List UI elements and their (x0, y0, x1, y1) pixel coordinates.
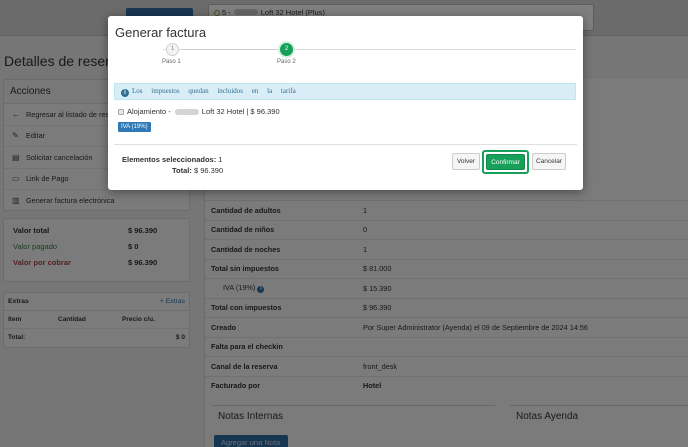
summary-total-label: Total: (172, 166, 192, 175)
step-2-label: Paso 2 (277, 59, 296, 65)
info-banner: i Los impuestos quedan incluidos en la ta… (114, 83, 576, 100)
info-icon: i (121, 89, 129, 97)
wizard-connector (180, 49, 287, 50)
modal-divider (114, 144, 577, 145)
summary-total-line: Total: $ 96.390 (122, 165, 223, 176)
info-text: Los impuestos quedan incluidos en la tar… (132, 87, 296, 95)
generate-invoice-modal: Generar factura 1 2 Paso 1 Paso 2 i Los i… (108, 16, 583, 190)
selected-value: 1 (218, 155, 223, 164)
confirm-button[interactable]: Confirmar (486, 154, 525, 170)
item-prefix: Alojamiento - (127, 107, 171, 116)
item-checkbox[interactable] (118, 108, 124, 115)
blurred-text (174, 108, 199, 115)
step-2-circle[interactable]: 2 (280, 43, 293, 56)
selection-summary: Elementos seleccionados: 1 Total: $ 96.3… (122, 154, 223, 176)
step-1-circle[interactable]: 1 (166, 43, 179, 56)
invoice-item: Alojamiento - Loft 32 Hotel | $ 96.390 (118, 107, 280, 116)
item-suffix: Loft 32 Hotel | $ 96.390 (201, 107, 280, 116)
step-1-label: Paso 1 (162, 59, 181, 65)
summary-total-value: $ 96.390 (193, 166, 224, 175)
selected-count-line: Elementos seleccionados: 1 (122, 154, 223, 165)
selected-label: Elementos seleccionados: (122, 155, 217, 164)
modal-title: Generar factura (115, 25, 207, 40)
cancel-button[interactable]: Cancelar (532, 153, 566, 170)
tax-badge: IVA (19%) (118, 122, 151, 132)
back-button[interactable]: Volver (452, 153, 480, 170)
